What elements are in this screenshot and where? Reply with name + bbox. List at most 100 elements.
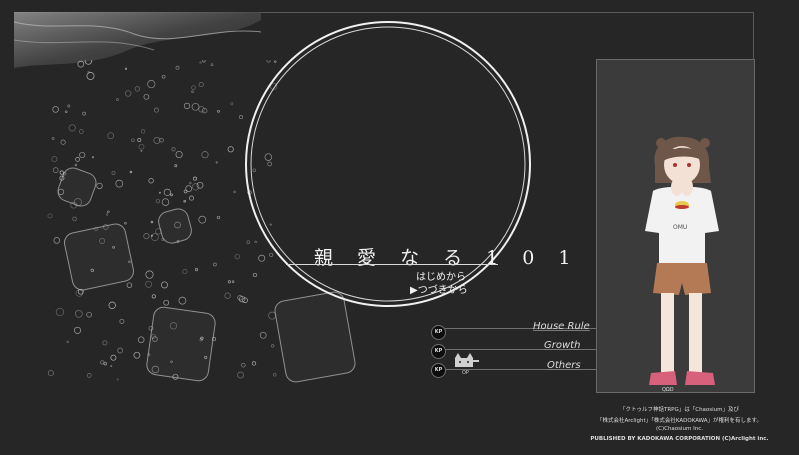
bubble	[234, 253, 240, 260]
bubble	[86, 373, 92, 378]
continue-game-button[interactable]: ▶つづきから	[410, 281, 468, 296]
bubble	[170, 193, 173, 197]
bubble	[231, 280, 235, 283]
kp-badge-house-rule: KP	[431, 325, 446, 340]
bubble	[107, 210, 110, 213]
bubble	[272, 373, 277, 377]
ice-cube	[64, 223, 134, 291]
bubble	[192, 183, 200, 191]
house-rule-button[interactable]: House Rule	[533, 321, 590, 332]
ice-cube	[57, 167, 97, 207]
kp-badge-growth: KP	[431, 344, 446, 359]
bubble	[52, 106, 59, 113]
kp-badge-others: KP	[431, 363, 446, 378]
bubble	[241, 362, 246, 368]
bubble	[227, 146, 234, 153]
bubble	[198, 81, 204, 88]
bubble	[73, 326, 82, 334]
bubble	[153, 107, 159, 113]
bubble	[87, 70, 91, 74]
bubble	[183, 199, 186, 203]
bubble	[268, 311, 277, 320]
bubble	[105, 213, 109, 216]
mascot-caption: OP	[462, 370, 469, 376]
bubble	[210, 63, 214, 67]
bubble	[68, 124, 76, 132]
bubble	[145, 270, 154, 279]
bubble	[233, 190, 236, 194]
bubble	[116, 98, 119, 101]
growth-button[interactable]: Growth	[544, 340, 580, 351]
bubble	[189, 181, 192, 185]
bubble	[171, 147, 176, 152]
bubble	[198, 106, 205, 113]
bubble	[110, 354, 117, 361]
bubble	[108, 301, 116, 309]
credit-line-2: 「株式会社Arclight」「株式会社KADOKAWA」が権利を有します。	[596, 418, 763, 424]
bubble	[107, 132, 115, 140]
bubble	[196, 181, 204, 189]
bubble	[84, 60, 93, 65]
bubble	[199, 61, 202, 64]
bubble	[158, 191, 161, 194]
bubble	[59, 170, 64, 175]
bubble	[111, 170, 116, 175]
bubble	[116, 378, 119, 381]
bubble	[151, 294, 156, 299]
bubble	[198, 215, 207, 224]
bubble	[230, 102, 234, 106]
bubble	[102, 340, 108, 346]
bubble	[110, 365, 113, 368]
ice-cube	[146, 306, 216, 382]
bubble	[151, 233, 159, 241]
credit-line-1: 「クトゥルフ神話TRPG」は「Chaosium」及び	[619, 407, 740, 413]
character-name-tag: QΩD	[662, 387, 674, 393]
bubble	[52, 167, 59, 173]
bubble	[259, 331, 267, 339]
bubble	[178, 296, 187, 305]
bubble	[133, 351, 141, 359]
bubble	[148, 178, 154, 184]
bubble	[193, 176, 197, 181]
bubble	[78, 129, 84, 134]
bubble	[124, 222, 127, 225]
bubble	[47, 370, 54, 377]
bubble	[213, 262, 217, 267]
bubble	[131, 138, 135, 142]
title-underline	[286, 264, 498, 265]
credit-line-3: (C)Chaosium Inc.	[655, 426, 704, 432]
bubble	[125, 90, 132, 97]
bubble	[47, 213, 53, 219]
bubble	[140, 149, 143, 152]
bubble	[72, 216, 77, 222]
bubble	[137, 137, 142, 142]
bubble	[96, 182, 103, 190]
bubble	[147, 80, 156, 89]
bubble	[202, 60, 206, 63]
game-title: 親 愛 な る 1 0 1	[314, 247, 580, 269]
bubble	[129, 170, 133, 174]
bubble	[161, 198, 170, 206]
bubble	[191, 90, 194, 94]
bubble	[91, 156, 94, 159]
bubble	[217, 109, 220, 113]
bubble	[124, 67, 128, 70]
bubble	[175, 150, 183, 159]
bubble	[215, 161, 218, 164]
bubble	[251, 361, 257, 366]
bubble	[201, 151, 209, 159]
bubble	[82, 111, 86, 116]
bubble	[117, 347, 124, 354]
bubble	[194, 268, 199, 272]
bubble	[75, 289, 83, 297]
bubble	[227, 280, 231, 284]
bubble	[161, 74, 166, 79]
bubble	[271, 344, 275, 348]
bubble	[138, 143, 145, 150]
others-button[interactable]: Others	[547, 360, 581, 371]
credit-line-4: PUBLISHED BY KADOKAWA CORPORATION (C)Arc…	[590, 436, 769, 442]
bubble	[51, 156, 58, 163]
bubble	[74, 163, 78, 167]
bubble	[55, 307, 65, 317]
bubble	[163, 188, 171, 196]
